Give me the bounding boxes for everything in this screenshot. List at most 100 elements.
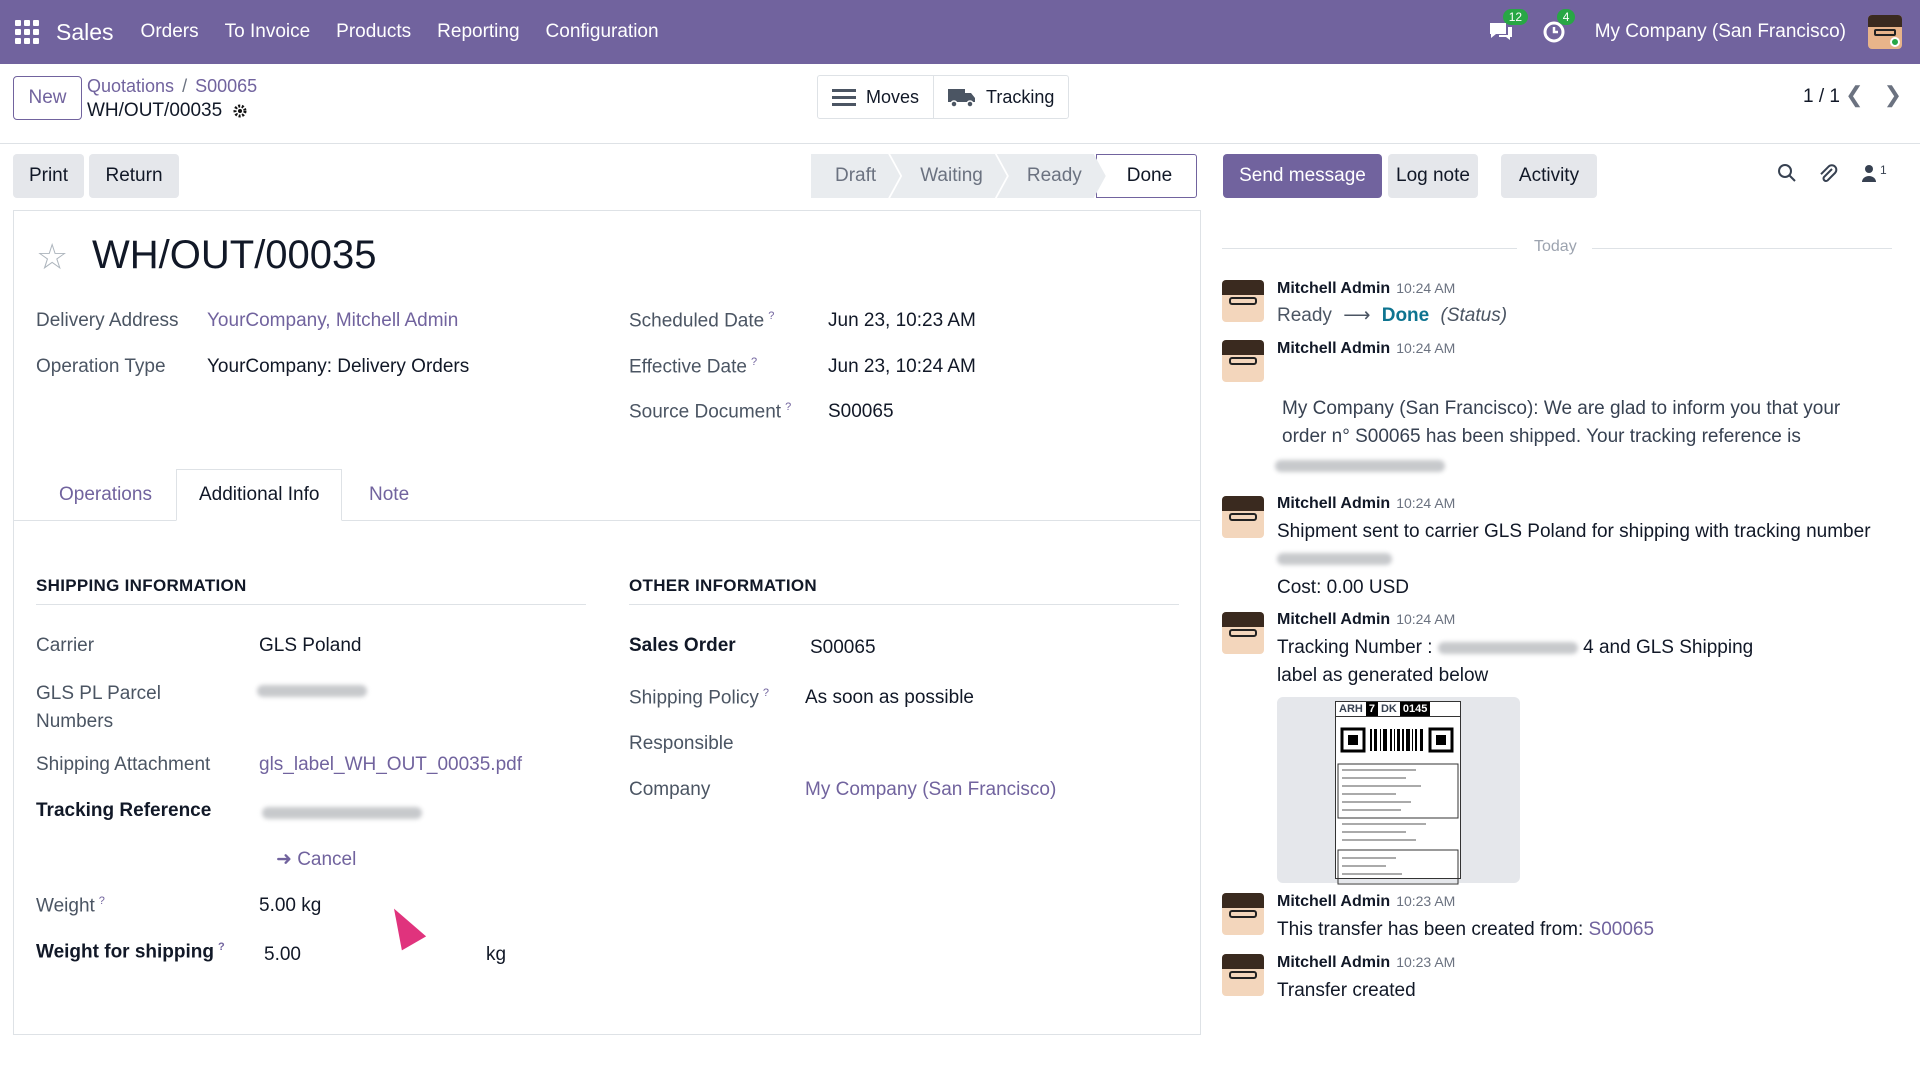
source-document-value[interactable]: S00065 bbox=[828, 401, 894, 423]
cancel-tracking-button[interactable]: ➜ Cancel bbox=[276, 848, 356, 871]
messaging-icon[interactable]: 12 bbox=[1487, 9, 1529, 47]
menu-orders[interactable]: Orders bbox=[141, 21, 199, 43]
paperclip-icon[interactable] bbox=[1818, 163, 1838, 191]
activity-clock-icon[interactable]: 4 bbox=[1541, 9, 1576, 47]
message-time: 10:23 AM bbox=[1396, 893, 1456, 909]
company-switcher[interactable]: My Company (San Francisco) bbox=[1595, 21, 1846, 43]
author-name[interactable]: Mitchell Admin bbox=[1277, 893, 1390, 910]
company-link[interactable]: My Company (San Francisco) bbox=[805, 779, 1056, 801]
menu-to-invoice[interactable]: To Invoice bbox=[225, 21, 311, 43]
message-text: This transfer has been created from: bbox=[1277, 919, 1584, 940]
avatar[interactable] bbox=[1222, 280, 1264, 322]
send-message-button[interactable]: Send message bbox=[1223, 154, 1382, 198]
label-code: 7 bbox=[1365, 702, 1378, 716]
menu-reporting[interactable]: Reporting bbox=[437, 21, 519, 43]
pager-next-icon[interactable]: ❯ bbox=[1884, 82, 1902, 108]
breadcrumb-order[interactable]: S00065 bbox=[195, 76, 257, 96]
shipping-label-image[interactable]: ARH 7 DK 0145 bbox=[1277, 697, 1520, 885]
pager-value[interactable]: 1 / 1 bbox=[1803, 86, 1840, 108]
tab-additional-info[interactable]: Additional Info bbox=[176, 469, 343, 521]
return-button[interactable]: Return bbox=[89, 154, 179, 198]
separator-line bbox=[1592, 248, 1892, 249]
shipping-policy-value[interactable]: As soon as possible bbox=[805, 687, 974, 709]
label-code: 0145 bbox=[1399, 702, 1431, 716]
avatar[interactable] bbox=[1222, 340, 1264, 382]
followers-button[interactable]: 1 bbox=[1860, 163, 1887, 183]
message-time: 10:24 AM bbox=[1396, 280, 1456, 296]
weight-for-shipping-input[interactable]: 5.00 bbox=[264, 944, 301, 966]
help-icon[interactable]: ? bbox=[785, 401, 791, 413]
star-icon[interactable]: ☆ bbox=[36, 236, 68, 278]
search-icon[interactable] bbox=[1777, 163, 1797, 189]
pager-previous-icon[interactable]: ❮ bbox=[1845, 82, 1863, 108]
cancel-label: Cancel bbox=[297, 849, 357, 870]
breadcrumb-separator: / bbox=[182, 76, 188, 96]
arrow-right-icon: ➜ bbox=[276, 849, 292, 870]
pager-arrows: ❮ ❯ bbox=[1845, 82, 1902, 108]
avatar[interactable] bbox=[1222, 893, 1264, 935]
help-icon[interactable]: ? bbox=[763, 687, 769, 699]
app-name[interactable]: Sales bbox=[56, 19, 114, 46]
message-text: Tracking Number : bbox=[1277, 637, 1433, 658]
delivery-address-link[interactable]: YourCompany, Mitchell Admin bbox=[207, 310, 458, 332]
tracking-label: Tracking bbox=[986, 86, 1055, 107]
avatar[interactable] bbox=[1222, 954, 1264, 996]
record-title: WH/OUT/00035 bbox=[92, 233, 377, 277]
help-icon[interactable]: ? bbox=[768, 310, 774, 322]
menu-configuration[interactable]: Configuration bbox=[546, 21, 659, 43]
arrow-right-icon: ⟶ bbox=[1343, 305, 1371, 326]
user-avatar[interactable] bbox=[1868, 15, 1902, 49]
source-document-label: Source Document bbox=[629, 401, 782, 423]
list-icon bbox=[832, 89, 856, 106]
stage-done[interactable]: Done bbox=[1095, 154, 1198, 198]
menu-products[interactable]: Products bbox=[336, 21, 411, 43]
source-order-link[interactable]: S00065 bbox=[1589, 919, 1655, 940]
new-button[interactable]: New bbox=[13, 76, 82, 120]
author-name[interactable]: Mitchell Admin bbox=[1277, 954, 1390, 971]
stage-waiting[interactable]: Waiting bbox=[890, 154, 1007, 198]
followers-count: 1 bbox=[1880, 163, 1887, 177]
tracking-number-redacted bbox=[1437, 641, 1578, 654]
print-button[interactable]: Print bbox=[13, 154, 84, 198]
barcode-icon bbox=[1340, 727, 1454, 753]
stage-draft[interactable]: Draft bbox=[811, 154, 900, 198]
apps-menu-icon[interactable] bbox=[14, 19, 40, 45]
gear-icon[interactable] bbox=[232, 103, 248, 119]
sales-order-value[interactable]: S00065 bbox=[810, 637, 876, 659]
company-label: Company bbox=[629, 779, 711, 800]
shipping-policy-label: Shipping Policy bbox=[629, 687, 759, 709]
avatar[interactable] bbox=[1222, 496, 1264, 538]
control-panel: New Quotations / S00065 WH/OUT/00035 Moves… bbox=[0, 64, 1920, 144]
new-status: Done bbox=[1381, 305, 1430, 326]
log-note-button[interactable]: Log note bbox=[1388, 154, 1478, 198]
scheduled-date-value[interactable]: Jun 23, 10:23 AM bbox=[828, 310, 976, 332]
shipping-attachment-link[interactable]: gls_label_WH_OUT_00035.pdf bbox=[259, 754, 522, 776]
stage-ready[interactable]: Ready bbox=[997, 154, 1106, 198]
tab-operations[interactable]: Operations bbox=[37, 469, 174, 521]
author-name[interactable]: Mitchell Admin bbox=[1277, 340, 1390, 357]
message-time: 10:24 AM bbox=[1396, 340, 1456, 356]
breadcrumb-quotations[interactable]: Quotations bbox=[87, 76, 174, 96]
author-name[interactable]: Mitchell Admin bbox=[1277, 495, 1390, 512]
help-icon[interactable]: ? bbox=[99, 895, 105, 907]
tab-note[interactable]: Note bbox=[347, 469, 431, 521]
help-icon[interactable]: ? bbox=[751, 356, 757, 368]
shipping-label-paper: ARH 7 DK 0145 bbox=[1335, 701, 1461, 885]
label-code: DK bbox=[1380, 703, 1397, 715]
help-icon[interactable]: ? bbox=[218, 941, 225, 953]
message-author: Mitchell Admin 10:24 AM bbox=[1277, 280, 1455, 298]
activity-button[interactable]: Activity bbox=[1501, 154, 1597, 198]
avatar[interactable] bbox=[1222, 612, 1264, 654]
carrier-value[interactable]: GLS Poland bbox=[259, 635, 361, 657]
author-name[interactable]: Mitchell Admin bbox=[1277, 280, 1390, 297]
label-code: ARH bbox=[1339, 703, 1363, 715]
message-time: 10:23 AM bbox=[1396, 954, 1456, 970]
tracking-reference-label: Tracking Reference bbox=[36, 800, 212, 821]
moves-button[interactable]: Moves bbox=[818, 76, 933, 118]
weight-for-shipping-label: Weight for shipping bbox=[36, 941, 215, 963]
message-body: Shipment sent to carrier GLS Poland for … bbox=[1277, 521, 1871, 542]
message-author: Mitchell Admin 10:24 AM bbox=[1277, 495, 1455, 513]
operation-type-value[interactable]: YourCompany: Delivery Orders bbox=[207, 356, 469, 378]
author-name[interactable]: Mitchell Admin bbox=[1277, 611, 1390, 628]
tracking-button[interactable]: Tracking bbox=[933, 76, 1068, 118]
